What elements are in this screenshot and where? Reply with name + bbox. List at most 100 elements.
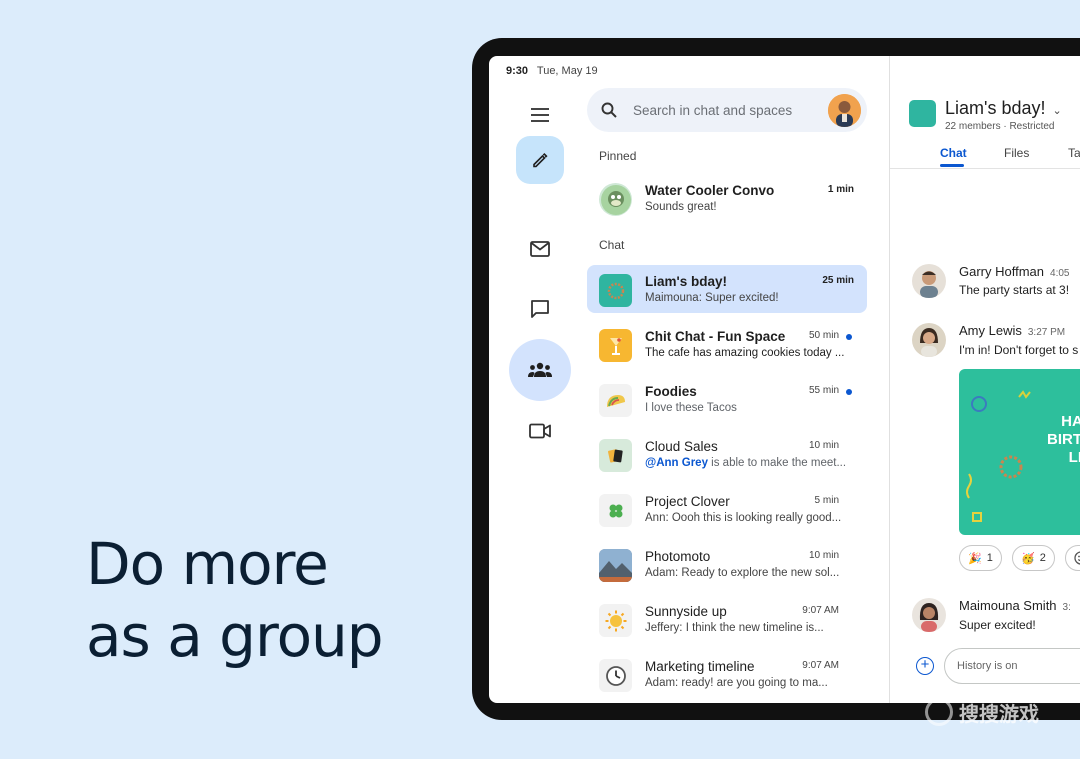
sender-name: Maimouna Smith 3: (959, 598, 1071, 613)
space-name: Sunnyside up (645, 604, 727, 619)
last-message: @Ann Grey is able to make the meet... (645, 457, 850, 469)
section-chat: Chat (599, 238, 625, 252)
sender-name: Amy Lewis 3:27 PM (959, 323, 1065, 338)
birthday-card-image[interactable]: HAP BIRTH LIA (959, 369, 1080, 535)
headline: Do more as a group (86, 528, 384, 672)
card-greeting: HAP BIRTH LIA (1047, 413, 1080, 467)
chevron-down-icon[interactable]: ⌄ (1053, 105, 1062, 117)
add-reaction-button[interactable] (1065, 545, 1080, 571)
headline-line-1: Do more (86, 530, 329, 598)
last-message: Adam: ready! are you going to ma... (645, 677, 828, 689)
groups-icon (528, 362, 552, 377)
headline-line-2: as a group (86, 602, 384, 670)
tab-files[interactable]: Files (1004, 146, 1029, 160)
space-name: Marketing timeline (645, 659, 755, 674)
avatar[interactable] (912, 598, 946, 632)
reaction-chip[interactable]: 🥳 2 (1012, 545, 1055, 571)
space-avatar-icon (599, 183, 632, 216)
sender-name: Garry Hoffman 4:05 (959, 264, 1069, 279)
list-item[interactable]: Chit Chat - Fun Space The cafe has amazi… (587, 320, 867, 370)
mention-chip[interactable]: @Ann Grey (645, 457, 708, 469)
card-line-3: LIA (1068, 449, 1080, 466)
avatar[interactable] (912, 264, 946, 298)
space-avatar-icon (599, 274, 632, 307)
smiley-icon (1074, 551, 1080, 565)
space-name: Liam's bday! (645, 274, 727, 289)
last-message: Sounds great! (645, 201, 717, 213)
party-popper-icon: 🎉 (968, 552, 982, 565)
list-item[interactable]: Project Clover Ann: Oooh this is looking… (587, 485, 867, 535)
reaction-count: 2 (1039, 552, 1046, 564)
message-text: Super excited! (959, 618, 1036, 632)
clock-icon (599, 659, 632, 692)
mail-icon[interactable] (527, 236, 553, 262)
sender-name-text: Garry Hoffman (959, 264, 1045, 279)
compose-button[interactable] (516, 136, 564, 184)
space-name: Photomoto (645, 549, 711, 564)
space-avatar-icon (599, 439, 632, 472)
last-message-text: is able to make the meet... (707, 457, 847, 469)
channel-title-text: Liam's bday! (945, 98, 1046, 118)
watermark: 搜搜游戏 (925, 697, 1080, 727)
spaces-button[interactable] (509, 339, 571, 401)
last-message: Jeffery: I think the new timeline is... (645, 622, 824, 634)
space-name: Chit Chat - Fun Space (645, 329, 786, 344)
list-item[interactable]: Cloud Sales @Ann Grey is able to make th… (587, 430, 867, 480)
reaction-chip[interactable]: 🎉 1 (959, 545, 1002, 571)
sender-name-text: Amy Lewis (959, 323, 1022, 338)
list-item[interactable]: Foodies I love these Tacos 55 min (587, 375, 867, 425)
watermark-logo-icon (925, 698, 953, 726)
chat-bubble-icon[interactable] (527, 296, 553, 322)
landscape-photo-icon (599, 549, 632, 582)
status-date: Tue, May 19 (536, 65, 598, 77)
reaction-count: 1 (986, 552, 993, 564)
list-item-selected[interactable]: Liam's bday! Maimouna: Super excited! 25… (587, 265, 867, 313)
list-item[interactable]: Sunnyside up Jeffery: I think the new ti… (587, 595, 867, 645)
timestamp: 9:07 AM (802, 605, 839, 616)
watermark-text: 搜搜游戏 (959, 703, 1039, 726)
timestamp: 1 min (827, 184, 854, 195)
list-item[interactable]: Photomoto Adam: Ready to explore the new… (587, 540, 867, 590)
space-avatar-icon (599, 329, 632, 362)
tab-tasks[interactable]: Ta (1068, 146, 1080, 160)
list-item-pinned[interactable]: Water Cooler Convo Sounds great! 1 min (587, 174, 867, 224)
add-attachment-button[interactable]: + (916, 657, 934, 675)
last-message: I love these Tacos (645, 402, 737, 414)
channel-title[interactable]: Liam's bday! ⌄ (945, 98, 1062, 119)
sun-icon (599, 604, 632, 637)
tab-active-indicator (940, 164, 964, 167)
space-name: Foodies (645, 384, 697, 399)
taco-icon (599, 384, 632, 417)
space-name: Water Cooler Convo (645, 183, 775, 198)
menu-icon[interactable] (529, 104, 551, 126)
message-text: I'm in! Don't forget to s (959, 343, 1079, 357)
timestamp: 5 min (814, 495, 839, 506)
channel-avatar-icon (909, 100, 936, 127)
timestamp: 9:07 AM (802, 660, 839, 671)
last-message: Adam: Ready to explore the new sol... (645, 567, 840, 579)
message-time: 3: (1062, 602, 1071, 613)
message-text: The party starts at 3! (959, 283, 1070, 297)
message-time: 3:27 PM (1027, 327, 1066, 338)
unread-dot (846, 334, 852, 340)
tab-chat[interactable]: Chat (940, 146, 967, 160)
message-input[interactable]: History is on (944, 648, 1080, 684)
sender-name-text: Maimouna Smith (959, 598, 1057, 613)
status-bar: 9:30 Tue, May 19 (506, 65, 598, 77)
account-avatar[interactable] (828, 93, 861, 127)
timestamp: 50 min (808, 330, 839, 341)
message-time: 4:05 (1050, 268, 1070, 279)
video-icon[interactable] (527, 418, 553, 444)
search-bar[interactable]: Search in chat and spaces (587, 88, 867, 132)
unread-dot (846, 389, 852, 395)
list-item[interactable]: Marketing timeline Adam: ready! are you … (587, 650, 867, 700)
app-screen: 9:30 Tue, May 19 Search in chat and spac… (489, 56, 1080, 703)
navigation-rail (489, 86, 589, 703)
header-divider (890, 168, 1080, 169)
card-line-2: BIRTH (1047, 431, 1080, 448)
search-input[interactable]: Search in chat and spaces (633, 103, 828, 118)
last-message: Maimouna: Super excited! (645, 292, 779, 304)
channel-subtitle: 22 members · Restricted (945, 121, 1055, 132)
avatar[interactable] (912, 323, 946, 357)
search-icon (599, 100, 619, 120)
